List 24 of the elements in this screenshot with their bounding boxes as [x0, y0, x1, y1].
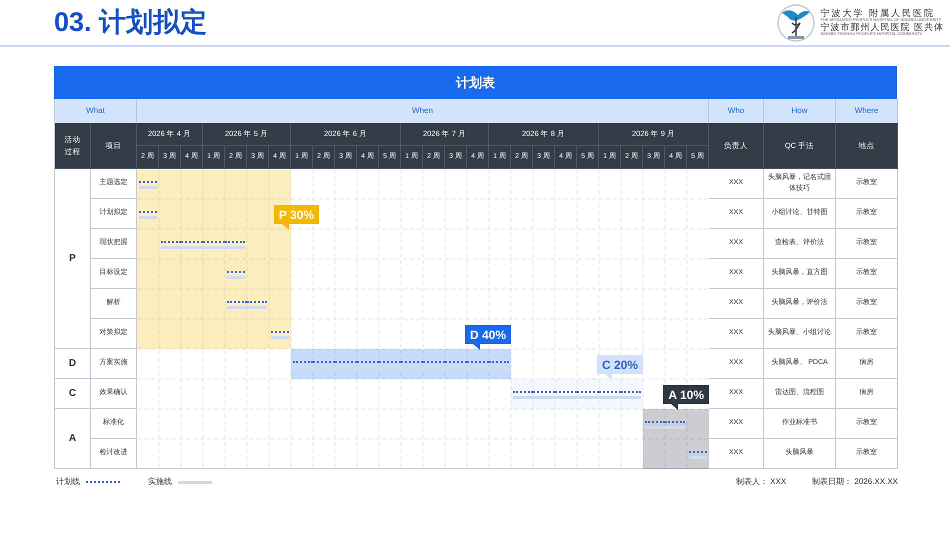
footer-text: 制表人： XXX — [736, 476, 786, 488]
progress-callout: C 20% — [596, 355, 643, 380]
progress-callout: P 30% — [274, 205, 319, 230]
phase-label: D — [55, 349, 91, 379]
logo-text: 宁波市鄞州人民医院 医共体 — [820, 22, 944, 32]
group-header: What — [55, 99, 137, 123]
progress-callout: D 40% — [464, 325, 511, 350]
group-header: Who — [709, 99, 764, 123]
phase-label: P — [55, 169, 91, 349]
phase-label: C — [55, 379, 91, 409]
phase-label: A — [55, 409, 91, 469]
hospital-logo-icon — [776, 2, 816, 42]
group-header: When — [137, 99, 709, 123]
legend-label: 实施线 — [148, 476, 172, 488]
actual-line-icon — [178, 480, 212, 484]
group-header: How — [764, 99, 836, 123]
plan-line-icon — [86, 481, 120, 483]
table-title: 计划表 — [54, 66, 897, 99]
footer-text: 制表日期： 2026.XX.XX — [812, 476, 898, 488]
group-header: Where — [836, 99, 898, 123]
progress-callout: A 10% — [663, 385, 709, 410]
page-title: 03. 计划拟定 — [54, 6, 208, 40]
logo-text: 宁波大学 附属人民医院 — [820, 8, 936, 18]
legend-label: 计划线 — [56, 476, 80, 488]
